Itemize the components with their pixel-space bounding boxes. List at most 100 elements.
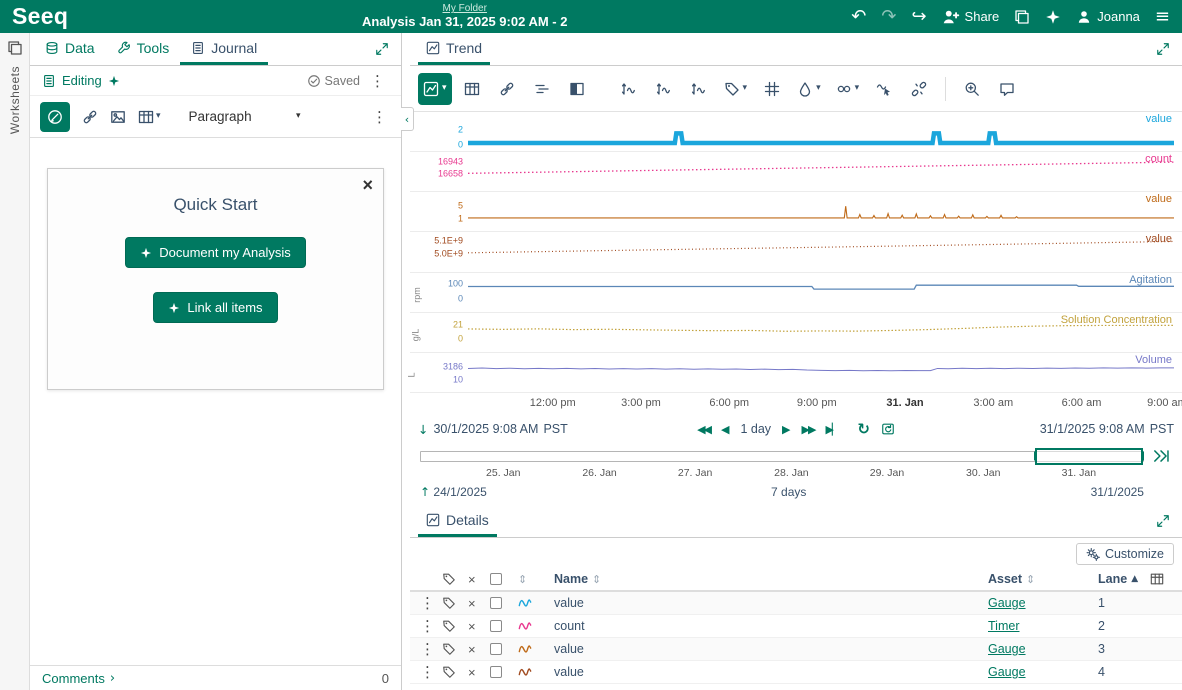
lane-plot[interactable]: count xyxy=(468,152,1174,191)
trend-lanes[interactable]: 2 0 value 16943 16658 count 5 1 value 5.1E+9 5.0E+… xyxy=(407,112,1182,393)
duration-label[interactable]: 1 day xyxy=(740,422,771,436)
tab-details[interactable]: Details xyxy=(418,505,497,537)
expand-panel-button[interactable] xyxy=(367,33,397,65)
checkbox[interactable] xyxy=(490,643,502,655)
step-back-button[interactable]: ◀ xyxy=(721,423,729,436)
undo-button[interactable]: ↶ xyxy=(851,7,866,26)
step-forward-button[interactable]: ▶ xyxy=(782,423,790,436)
auto-update-button[interactable] xyxy=(881,422,895,436)
collapse-panel-button[interactable]: ‹ xyxy=(401,107,414,131)
tab-data[interactable]: Data xyxy=(34,33,106,65)
signal-row[interactable]: ⋮ × value Gauge 4 xyxy=(410,661,1182,684)
tab-tools[interactable]: Tools xyxy=(106,33,181,65)
highlight-tool-button[interactable] xyxy=(40,101,70,132)
row-tag-icon[interactable] xyxy=(442,596,468,610)
link-all-items-button[interactable]: Link all items xyxy=(153,292,278,323)
seeq-logo[interactable]: Seeq xyxy=(12,3,68,30)
tag-all-icon[interactable] xyxy=(442,572,468,586)
lane-plot[interactable]: Solution Concentration xyxy=(468,313,1174,352)
redo-button[interactable]: ↷ xyxy=(881,7,896,26)
remove-all-icon[interactable]: × xyxy=(468,572,490,587)
lane-plot[interactable]: value xyxy=(468,112,1174,151)
lane-plot[interactable]: Volume xyxy=(468,353,1174,392)
asset-link[interactable]: Timer xyxy=(988,619,1098,633)
user-menu[interactable]: Joanna xyxy=(1076,9,1140,25)
row-remove-icon[interactable]: × xyxy=(468,619,490,634)
row-checkbox[interactable] xyxy=(490,666,518,678)
checkbox[interactable] xyxy=(490,597,502,609)
sparkle-icon[interactable] xyxy=(108,75,120,87)
row-remove-icon[interactable]: × xyxy=(468,642,490,657)
table-view-button[interactable] xyxy=(457,73,487,105)
customize-button[interactable]: Customize xyxy=(1075,543,1174,565)
share-button[interactable]: Share xyxy=(942,8,999,26)
column-header-lane[interactable]: Lane ▲ xyxy=(1098,572,1150,586)
expand-details-button[interactable] xyxy=(1148,514,1174,528)
gridlines-button[interactable] xyxy=(757,73,787,105)
display-range-start[interactable]: 30/1/2025 9:08 AM xyxy=(433,422,538,436)
timebar-end-date[interactable]: 31/1/2025 xyxy=(1091,485,1144,499)
row-menu-button[interactable]: ⋮ xyxy=(416,617,442,635)
trend-view-button[interactable]: ▾ xyxy=(418,72,452,105)
insert-link-button[interactable] xyxy=(82,109,98,125)
chain-view-button[interactable] xyxy=(492,73,522,105)
insert-image-button[interactable] xyxy=(110,109,126,125)
compare-button[interactable] xyxy=(562,73,592,105)
step-forward-half-button[interactable]: ▶▶ xyxy=(802,423,817,436)
insert-table-button[interactable]: ▾ xyxy=(138,109,161,125)
row-remove-icon[interactable]: × xyxy=(468,665,490,680)
connect-button[interactable]: ▾ xyxy=(831,73,865,105)
lane-auto-button[interactable] xyxy=(649,73,679,105)
expand-trend-button[interactable] xyxy=(1148,42,1174,56)
journal-menu-button[interactable]: ⋮ xyxy=(366,72,389,90)
capsule-time-button[interactable] xyxy=(527,73,557,105)
comments-bar[interactable]: Comments › 0 xyxy=(30,665,401,690)
tab-journal[interactable]: Journal xyxy=(180,33,269,65)
lane-one-button[interactable] xyxy=(614,73,644,105)
lane-plot[interactable]: value xyxy=(468,192,1174,231)
row-menu-button[interactable]: ⋮ xyxy=(416,594,442,612)
worksheets-rail[interactable]: Worksheets xyxy=(0,33,30,690)
asset-link[interactable]: Gauge xyxy=(988,642,1098,656)
refresh-button[interactable]: ↻ xyxy=(857,420,870,438)
timebar-window-label[interactable]: 7 days xyxy=(771,485,806,499)
display-range-end[interactable]: 31/1/2025 9:08 AM xyxy=(1040,422,1145,436)
timebar-selection[interactable] xyxy=(1034,447,1143,465)
editor-menu-button[interactable]: ⋮ xyxy=(368,108,391,126)
sort-style-button[interactable]: ⇕ xyxy=(518,573,554,586)
checkbox[interactable] xyxy=(490,666,502,678)
ai-assistant-button[interactable] xyxy=(1045,9,1061,25)
signal-row[interactable]: ⋮ × value Gauge 1 xyxy=(410,592,1182,615)
tab-trend[interactable]: Trend xyxy=(418,33,491,65)
close-icon[interactable]: × xyxy=(362,175,373,196)
format-select[interactable]: Paragraph ▾ xyxy=(189,109,301,124)
select-all-checkbox[interactable] xyxy=(490,573,518,585)
column-header-asset[interactable]: Asset ⇕ xyxy=(988,572,1098,586)
row-menu-button[interactable]: ⋮ xyxy=(416,640,442,658)
column-settings-icon[interactable] xyxy=(1150,572,1176,586)
zoom-button[interactable] xyxy=(957,73,987,105)
forward-button[interactable]: ↪ xyxy=(911,7,926,26)
checkbox[interactable] xyxy=(490,620,502,632)
column-header-name[interactable]: Name ⇕ xyxy=(554,572,988,586)
asset-link[interactable]: Gauge xyxy=(988,596,1098,610)
row-remove-icon[interactable]: × xyxy=(468,596,490,611)
annotate-button[interactable] xyxy=(992,73,1022,105)
step-to-end-button[interactable]: ▶▏ xyxy=(825,423,840,436)
lane-plot[interactable]: Agitation xyxy=(468,273,1174,312)
row-tag-icon[interactable] xyxy=(442,619,468,633)
step-back-half-button[interactable]: ◀◀ xyxy=(697,423,712,436)
timebar-track[interactable] xyxy=(420,447,1144,465)
document-my-analysis-button[interactable]: Document my Analysis xyxy=(125,237,306,268)
samples-button[interactable]: ▾ xyxy=(792,73,826,105)
labels-button[interactable]: ▾ xyxy=(719,73,753,105)
row-tag-icon[interactable] xyxy=(442,642,468,656)
asset-link[interactable]: Gauge xyxy=(988,665,1098,679)
lane-custom-button[interactable] xyxy=(684,73,714,105)
row-tag-icon[interactable] xyxy=(442,665,468,679)
timebar-start-date[interactable]: 24/1/2025 xyxy=(433,485,486,499)
row-checkbox[interactable] xyxy=(490,597,518,609)
worksheet-organizer-button[interactable] xyxy=(1014,9,1030,25)
break-link-button[interactable] xyxy=(904,73,934,105)
row-checkbox[interactable] xyxy=(490,620,518,632)
